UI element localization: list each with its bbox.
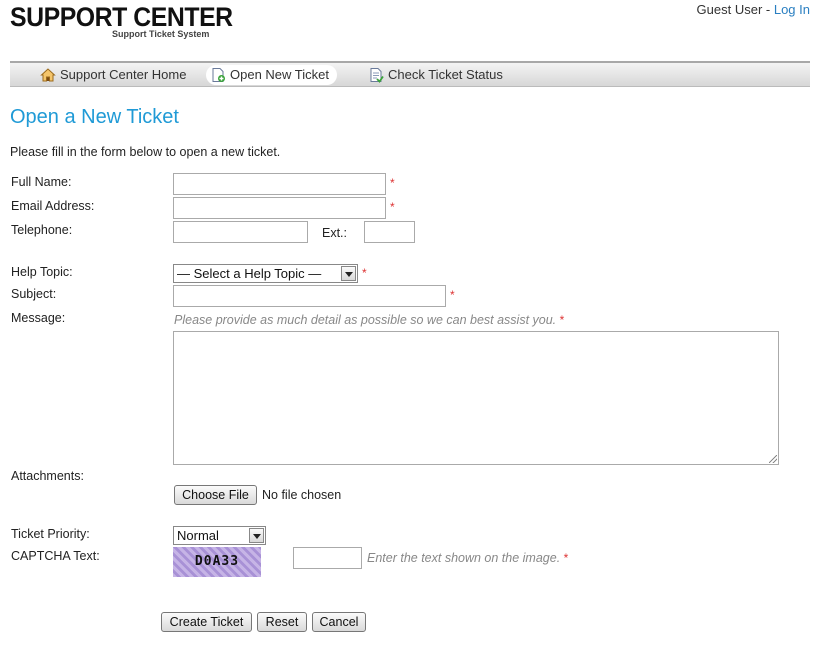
message-hint-text: Please provide as much detail as possibl…: [174, 313, 557, 327]
subject-label: Subject:: [11, 287, 57, 301]
separator: -: [762, 2, 774, 17]
login-link[interactable]: Log In: [774, 2, 810, 17]
required-mark: *: [390, 200, 395, 214]
help-topic-label: Help Topic:: [11, 265, 73, 279]
subject-input[interactable]: [173, 285, 446, 307]
resize-handle[interactable]: [769, 455, 777, 463]
chevron-down-icon[interactable]: [341, 266, 356, 281]
ticket-status-icon: [370, 68, 384, 83]
create-ticket-button[interactable]: Create Ticket: [161, 612, 252, 632]
nav-item-label: Open New Ticket: [230, 67, 329, 82]
full-name-label: Full Name:: [11, 175, 72, 189]
choose-file-button[interactable]: Choose File: [174, 485, 257, 505]
chevron-down-icon[interactable]: [249, 528, 264, 543]
help-topic-select[interactable]: — Select a Help Topic —: [173, 264, 358, 283]
priority-label: Ticket Priority:: [11, 527, 90, 541]
no-file-chosen-text: No file chosen: [262, 488, 342, 502]
nav-item-label: Support Center Home: [60, 67, 187, 82]
priority-value: Normal: [177, 528, 219, 543]
ext-label: Ext.:: [322, 226, 348, 240]
priority-select[interactable]: Normal: [173, 526, 266, 545]
telephone-input[interactable]: [173, 221, 308, 243]
captcha-label: CAPTCHA Text:: [11, 549, 100, 563]
required-mark: *: [563, 551, 569, 565]
nav-item-home[interactable]: Support Center Home: [36, 65, 186, 85]
telephone-label: Telephone:: [11, 223, 73, 237]
logo-subtitle: Support Ticket System: [112, 29, 210, 39]
nav-item-label: Check Ticket Status: [388, 67, 503, 82]
email-input[interactable]: [173, 197, 386, 219]
email-label: Email Address:: [11, 199, 95, 213]
reset-button[interactable]: Reset: [257, 612, 307, 632]
full-name-input[interactable]: [173, 173, 386, 195]
nav-item-open-ticket[interactable]: Open New Ticket: [206, 65, 337, 85]
attachments-label: Attachments:: [11, 469, 84, 483]
required-mark: *: [390, 176, 395, 190]
nav-bar: Support Center Home Open New Ticket Chec…: [10, 61, 810, 87]
required-mark: *: [559, 313, 565, 327]
new-ticket-icon: [212, 68, 225, 82]
required-mark: *: [362, 266, 367, 280]
captcha-image: D0A33: [173, 547, 261, 577]
guest-user-label: Guest User: [696, 2, 763, 17]
captcha-hint: Enter the text shown on the image. *: [367, 551, 568, 565]
user-bar: Guest User - Log In: [697, 2, 810, 17]
message-textarea[interactable]: [173, 331, 779, 465]
message-label: Message:: [11, 311, 66, 325]
ext-input[interactable]: [364, 221, 415, 243]
intro-text: Please fill in the form below to open a …: [10, 145, 281, 159]
message-hint: Please provide as much detail as possibl…: [174, 313, 564, 327]
cancel-button[interactable]: Cancel: [312, 612, 366, 632]
captcha-hint-text: Enter the text shown on the image.: [367, 551, 561, 565]
nav-item-ticket-status[interactable]: Check Ticket Status: [364, 65, 503, 85]
required-mark: *: [450, 288, 455, 302]
home-icon: [40, 68, 56, 82]
logo-title: SUPPORT CENTER: [10, 2, 233, 32]
help-topic-value: — Select a Help Topic —: [177, 266, 322, 281]
page-title: Open a New Ticket: [10, 106, 179, 128]
captcha-input[interactable]: [293, 547, 362, 569]
